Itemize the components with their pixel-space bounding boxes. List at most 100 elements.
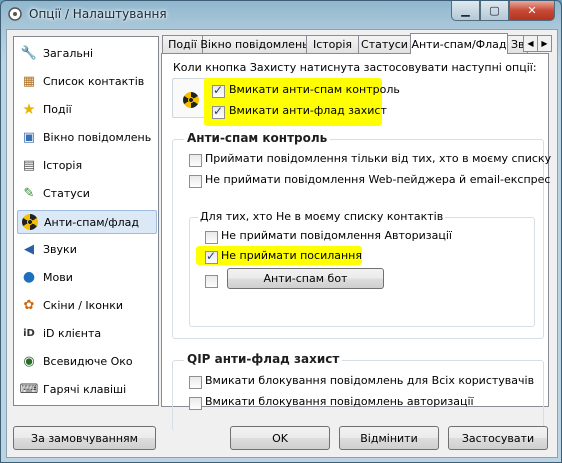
- sidebar-item-history[interactable]: ▤ Історія: [17, 154, 155, 176]
- only-contacts-label: Приймати повідомлення тільки від тих, хт…: [205, 152, 552, 165]
- history-icon: ▤: [22, 157, 36, 173]
- hotkeys-icon: ⌨: [19, 381, 39, 397]
- sidebar-item-label: Статуси: [43, 186, 90, 200]
- block-webpager-label: Не приймати повідомлення Web-пейджера й …: [205, 173, 551, 186]
- sidebar-item-antispam[interactable]: Анти-спам/флад: [17, 210, 157, 234]
- sidebar-item-message-window[interactable]: ▣ Вікно повідомлень: [17, 126, 155, 148]
- tab-label: Історія: [312, 38, 353, 51]
- block-auth-checkbox[interactable]: [205, 231, 218, 244]
- radiation-icon: [22, 214, 38, 230]
- sidebar-item-sounds[interactable]: ◀ Звуки: [17, 238, 155, 260]
- sidebar-item-label: Вікно повідомлень: [43, 130, 152, 144]
- tab-label: Статуси: [361, 38, 408, 51]
- sidebar-item-label: Події: [43, 102, 72, 116]
- sidebar-item-skins[interactable]: ✿ Скіни / Іконки: [17, 294, 155, 316]
- close-button[interactable]: ✕: [509, 1, 555, 21]
- globe-icon: ●: [22, 269, 36, 285]
- enable-antispam-label: Вмикати анти-спам контроль: [229, 83, 400, 96]
- sidebar-item-label: iD клієнта: [43, 326, 102, 340]
- cancel-button-label: Відмінити: [360, 431, 418, 445]
- close-icon: ✕: [527, 4, 537, 17]
- defaults-button-label: За замовчуванням: [31, 431, 138, 445]
- sidebar-item-label: Скіни / Іконки: [43, 298, 124, 312]
- sidebar-item-label: Гарячі клавіші: [43, 382, 127, 396]
- maximize-icon: ▢: [489, 4, 500, 17]
- tab-antispam[interactable]: Анти-спам/Флад: [410, 33, 508, 54]
- enable-antiflood-label: Вмикати анти-флад захист: [229, 104, 387, 117]
- message-window-icon: ▣: [22, 129, 36, 145]
- antispam-bot-button-label: Анти-спам бот: [263, 272, 348, 285]
- skins-icon: ✿: [23, 297, 35, 313]
- sidebar-item-label: Загальні: [43, 46, 94, 60]
- sidebar-item-events[interactable]: ★ Події: [17, 98, 155, 120]
- sidebar-item-general[interactable]: 🔧 Загальні: [17, 42, 155, 64]
- sidebar-item-statuses[interactable]: ✎ Статуси: [17, 182, 155, 204]
- status-icon: ✎: [23, 185, 35, 201]
- sidebar-item-languages[interactable]: ● Мови: [17, 266, 155, 288]
- enable-antispam-checkbox[interactable]: [212, 83, 225, 98]
- wrench-icon: 🔧: [20, 45, 38, 61]
- window-title: Опції / Налаштування: [29, 7, 167, 21]
- sidebar-item-contacts[interactable]: ▦ Список контактів: [17, 70, 155, 92]
- minimize-icon: ▁: [461, 4, 470, 17]
- app-icon: [8, 7, 22, 21]
- apply-button-label: Застосувати: [461, 431, 535, 445]
- tab-scroll-left-button[interactable]: ◀: [523, 35, 538, 52]
- block-all-users-label: Вмикати блокування повідомлень для Всіх …: [205, 374, 535, 387]
- client-area: 🔧 Загальні ▦ Список контактів ★ Події ▣ …: [6, 29, 558, 458]
- speaker-icon: ◀: [24, 241, 34, 257]
- ok-button-label: OK: [272, 431, 288, 445]
- maximize-button[interactable]: ▢: [480, 1, 509, 21]
- options-sidebar: 🔧 Загальні ▦ Список контактів ★ Події ▣ …: [13, 36, 159, 406]
- options-window: Опції / Налаштування ▁ ▢ ✕ 🔧 Загальні ▦ …: [0, 0, 562, 463]
- antispam-bot-button[interactable]: Анти-спам бот: [227, 268, 384, 289]
- only-contacts-checkbox[interactable]: [189, 154, 202, 167]
- sidebar-item-label: Звуки: [43, 242, 77, 256]
- tab-events[interactable]: Події: [162, 35, 203, 53]
- tab-history[interactable]: Історія: [306, 35, 359, 53]
- non-contacts-subgroup-title: Для тих, хто Не в моєму списку контактів: [198, 210, 446, 223]
- block-auth-label: Не приймати повідомлення Авторизації: [221, 229, 452, 242]
- sidebar-item-label: Мови: [43, 270, 73, 284]
- chevron-right-icon: ▶: [541, 39, 548, 48]
- defaults-button[interactable]: За замовчуванням: [13, 426, 156, 450]
- tab-label: Події: [168, 38, 197, 51]
- block-links-checkbox[interactable]: [205, 249, 218, 264]
- id-icon: iD: [23, 327, 35, 339]
- sidebar-item-all-seeing-eye[interactable]: ◉ Всевидюче Око: [17, 350, 155, 372]
- star-icon: ★: [22, 100, 36, 118]
- antispam-panel: Коли кнопка Захисту натиснута застосовув…: [161, 53, 552, 431]
- tab-label: Анти-спам/Флад: [411, 37, 507, 51]
- sidebar-item-label: Анти-спам/флад: [44, 215, 140, 229]
- tab-message-window[interactable]: Вікно повідомлень: [200, 35, 309, 53]
- intro-text: Коли кнопка Захисту натиснута застосовув…: [173, 61, 537, 74]
- tab-strip: Події Вікно повідомлень Історія Статуси …: [161, 33, 552, 54]
- radiation-icon: [183, 92, 199, 108]
- minimize-button[interactable]: ▁: [451, 1, 480, 21]
- block-auth-messages-label: Вмикати блокування повідомлень авторизац…: [205, 395, 474, 408]
- title-bar[interactable]: Опції / Налаштування ▁ ▢ ✕: [1, 1, 561, 27]
- sidebar-item-label: Список контактів: [43, 74, 145, 88]
- tab-statuses[interactable]: Статуси: [358, 35, 411, 53]
- antispam-group-title: Анти-спам контроль: [184, 131, 331, 145]
- chevron-left-icon: ◀: [527, 39, 534, 48]
- ok-button[interactable]: OK: [230, 426, 330, 450]
- antispam-bot-checkbox[interactable]: [205, 275, 218, 288]
- tab-scroll-right-button[interactable]: ▶: [537, 35, 552, 52]
- eye-icon: ◉: [23, 353, 35, 369]
- enable-antiflood-checkbox[interactable]: [212, 104, 225, 119]
- contacts-icon: ▦: [22, 73, 36, 89]
- antiflood-group-title: QIP анти-флад захист: [184, 352, 343, 366]
- block-all-users-checkbox[interactable]: [189, 376, 202, 389]
- tab-label: Вікно повідомлень: [200, 38, 309, 51]
- block-auth-messages-checkbox[interactable]: [189, 397, 202, 410]
- sidebar-item-label: Всевидюче Око: [43, 354, 133, 368]
- cancel-button[interactable]: Відмінити: [339, 426, 439, 450]
- protection-icon-box: [172, 78, 208, 118]
- apply-button[interactable]: Застосувати: [448, 426, 548, 450]
- sidebar-item-client-id[interactable]: iD iD клієнта: [17, 322, 155, 344]
- sidebar-item-hotkeys[interactable]: ⌨ Гарячі клавіші: [17, 378, 155, 400]
- block-links-label: Не приймати посилання: [221, 249, 362, 262]
- block-webpager-checkbox[interactable]: [189, 175, 202, 188]
- sidebar-item-label: Історія: [43, 158, 83, 172]
